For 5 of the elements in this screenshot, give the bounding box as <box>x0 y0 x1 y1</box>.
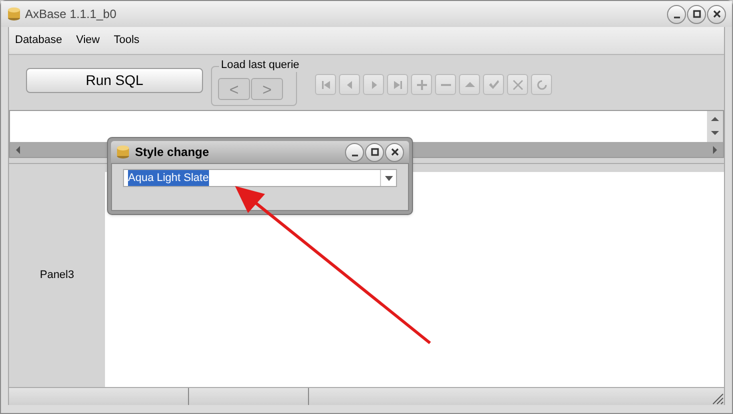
group-label: Load last querie <box>219 59 302 72</box>
dialog-title: Style change <box>135 144 210 161</box>
panel-label: Panel3 <box>40 268 74 284</box>
window-title: AxBase 1.1.1_b0 <box>25 6 116 23</box>
dropdown-value: Aqua Light Slate <box>128 170 209 186</box>
